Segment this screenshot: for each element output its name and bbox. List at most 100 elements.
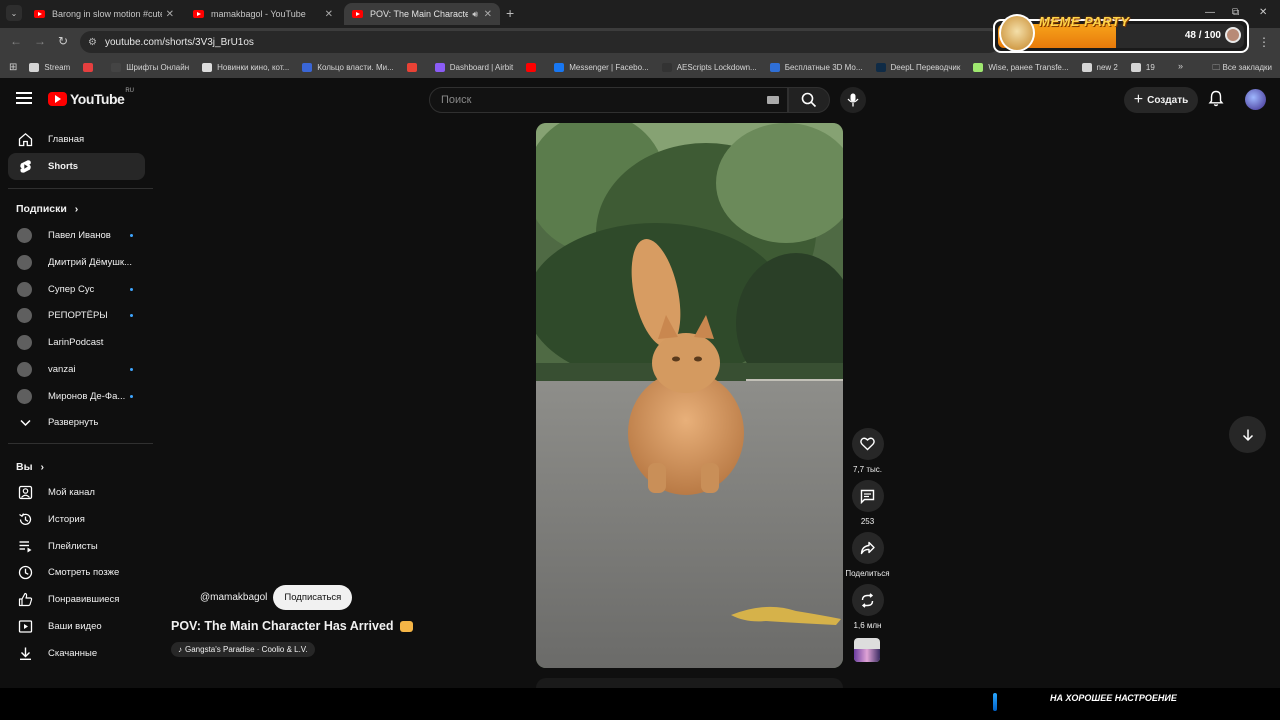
sidebar-item-channel[interactable]: Мой канал [8, 479, 145, 506]
remix-button[interactable]: 1,6 млн [851, 584, 884, 630]
bookmark-item[interactable]: Messenger | Facebo... [554, 62, 649, 72]
share-button[interactable]: Поделиться [845, 532, 890, 578]
search-button[interactable] [788, 87, 830, 113]
bookmark-item[interactable]: DeepL Переводчик [875, 62, 960, 72]
back-icon[interactable]: ← [10, 34, 22, 48]
notifications-bell-icon[interactable] [1208, 90, 1224, 107]
minimize-icon[interactable]: — [1205, 7, 1215, 18]
keyboard-icon[interactable] [767, 96, 779, 104]
youtube-logo[interactable]: YouTube RU [48, 88, 134, 107]
bookmark-item[interactable]: new 2 [1081, 62, 1118, 72]
sidebar-subscription-item[interactable]: LarinPodcast [8, 329, 145, 356]
close-window-icon[interactable]: ✕ [1259, 7, 1267, 18]
sidebar: Главная Shorts Подписки › Павел Иванов Дм… [0, 122, 154, 682]
all-bookmarks-link[interactable]: 🗀︎ Все закладки [1212, 62, 1272, 76]
sidebar-subscription-item[interactable]: Миронов Де-Фа... [8, 383, 145, 410]
search-placeholder: Поиск [441, 94, 472, 106]
tab-close-icon[interactable]: ✕ [484, 9, 492, 20]
reload-icon[interactable]: ↻ [58, 34, 68, 48]
browser-tab-active[interactable]: POV: The Main Character H 🔊︎ ✕ [344, 3, 500, 25]
bookmark-item[interactable]: Бесплатные 3D Мо... [769, 62, 863, 72]
sidebar-subscription-item[interactable]: Дмитрий Дёмушк... [8, 249, 145, 276]
deepl-icon [875, 62, 886, 72]
next-short-button[interactable] [1229, 416, 1266, 453]
short-title[interactable]: POV: The Main Character Has Arrived [171, 619, 413, 633]
channel-row: @mamakbagol Подписаться [200, 585, 353, 610]
sidebar-item-clock[interactable]: Смотреть позже [8, 559, 145, 586]
bookmark-item[interactable]: Новинки кино, кот... [202, 62, 289, 72]
comments-button[interactable]: 253 [851, 480, 884, 526]
bookmark-label: Кольцо власти. Ми... [317, 62, 394, 72]
music-pill[interactable]: ♪ Gangsta's Paradise · Coolio & L.V. [171, 642, 315, 657]
url-bar[interactable]: ⚙︎ youtube.com/shorts/3V3j_BrU1os [80, 31, 1000, 53]
bookmark-item[interactable]: Кольцо власти. Ми... [302, 62, 394, 72]
bookmark-item[interactable]: 19 [1130, 62, 1155, 72]
you-heading[interactable]: Вы › [16, 461, 44, 473]
coin-icon [1225, 27, 1241, 43]
account-avatar[interactable] [1245, 89, 1266, 110]
youtube-header: YouTube RU Поиск + Создать [0, 78, 1280, 122]
sidebar-item-shorts[interactable]: Shorts [8, 153, 145, 180]
browser-tab[interactable]: Barong in slow motion #cutecat ✕ [26, 3, 182, 25]
sidebar-item-thumb-up[interactable]: Понравившиеся [8, 586, 145, 613]
voice-search-button[interactable] [840, 87, 866, 113]
new-content-dot [130, 394, 133, 398]
site-settings-icon[interactable]: ⚙︎ [88, 37, 97, 48]
bookmarks-more-icon[interactable]: » [1178, 61, 1183, 71]
restore-icon[interactable]: ⧉ [1232, 7, 1239, 18]
sidebar-expand-button[interactable]: Развернуть [8, 409, 145, 436]
sidebar-item-label: Shorts [48, 161, 79, 172]
sidebar-item-label: Супер Сус [48, 283, 95, 295]
bookmark-item[interactable] [83, 62, 98, 72]
sidebar-item-download[interactable]: Скачанные [8, 640, 145, 667]
sidebar-subscription-item[interactable]: vanzai [8, 356, 145, 383]
sidebar-item-label: Мой канал [48, 487, 95, 498]
sidebar-item-label: Главная [48, 134, 85, 145]
aescripts-icon [661, 62, 672, 72]
youtube-icon [526, 62, 537, 72]
bookmark-item[interactable]: Stream [29, 62, 70, 72]
bookmark-item[interactable] [406, 62, 422, 72]
music-note-icon: ♪ [178, 645, 182, 654]
sidebar-subscription-item[interactable]: РЕПОРТЁРЫ [8, 302, 145, 329]
sidebar-subscription-item[interactable]: Павел Иванов [8, 222, 145, 249]
speaker-icon[interactable]: 🔊︎ [472, 9, 478, 20]
bookmark-item[interactable]: Шрифты Онлайн [111, 62, 189, 72]
tab-close-icon[interactable]: ✕ [166, 9, 174, 20]
browser-tab[interactable]: mamakbagol - YouTube ✕ [185, 3, 341, 25]
bookmark-item[interactable]: Wise, ранее Transfe... [973, 62, 1069, 72]
mood-overlay-text: НА ХОРОШЕЕ НАСТРОЕНИЕ [1050, 693, 1177, 703]
sidebar-item-video[interactable]: Ваши видео [8, 613, 145, 640]
sidebar-item-label: Плейлисты [48, 540, 98, 552]
new-content-dot [130, 368, 133, 371]
bookmark-item[interactable] [526, 62, 541, 72]
search-input[interactable]: Поиск [429, 87, 788, 113]
menu-icon[interactable] [16, 92, 32, 104]
font-icon [111, 62, 122, 72]
forward-icon[interactable]: → [34, 34, 46, 48]
download-icon [20, 647, 31, 660]
sidebar-item-playlist[interactable]: Плейлисты [8, 533, 145, 560]
bookmark-item[interactable]: AEScripts Lockdown... [661, 62, 757, 72]
short-video-player[interactable] [536, 123, 843, 668]
tab-close-icon[interactable]: ✕ [325, 9, 333, 20]
channel-handle[interactable]: @mamakbagol [200, 592, 267, 603]
new-tab-icon[interactable]: + [506, 5, 514, 21]
like-button[interactable]: 7,7 тыс. [851, 428, 884, 474]
sidebar-item-history[interactable]: История [8, 506, 145, 533]
cat-face-emoji-icon [399, 621, 413, 633]
subscribe-button[interactable]: Подписаться [273, 585, 353, 610]
bookmark-label: AEScripts Lockdown... [676, 62, 757, 72]
bookmark-label: Messenger | Facebo... [569, 62, 649, 72]
browser-menu-icon[interactable]: ⋮ [1258, 35, 1270, 49]
sound-thumbnail[interactable] [854, 638, 880, 662]
sidebar-item-label: Понравившиеся [48, 594, 120, 606]
sidebar-subscription-item[interactable]: Супер Сус [8, 276, 145, 303]
apps-grid-icon[interactable]: ⊞ [9, 62, 17, 73]
bookmark-item[interactable]: Dashboard | Airbit [434, 62, 513, 72]
sidebar-item-home[interactable]: Главная [8, 126, 145, 153]
subscriptions-heading[interactable]: Подписки › [16, 203, 78, 215]
youtube-play-icon [48, 92, 67, 106]
create-button[interactable]: + Создать [1124, 87, 1198, 113]
tab-search-button[interactable]: ⌄ [6, 5, 22, 21]
